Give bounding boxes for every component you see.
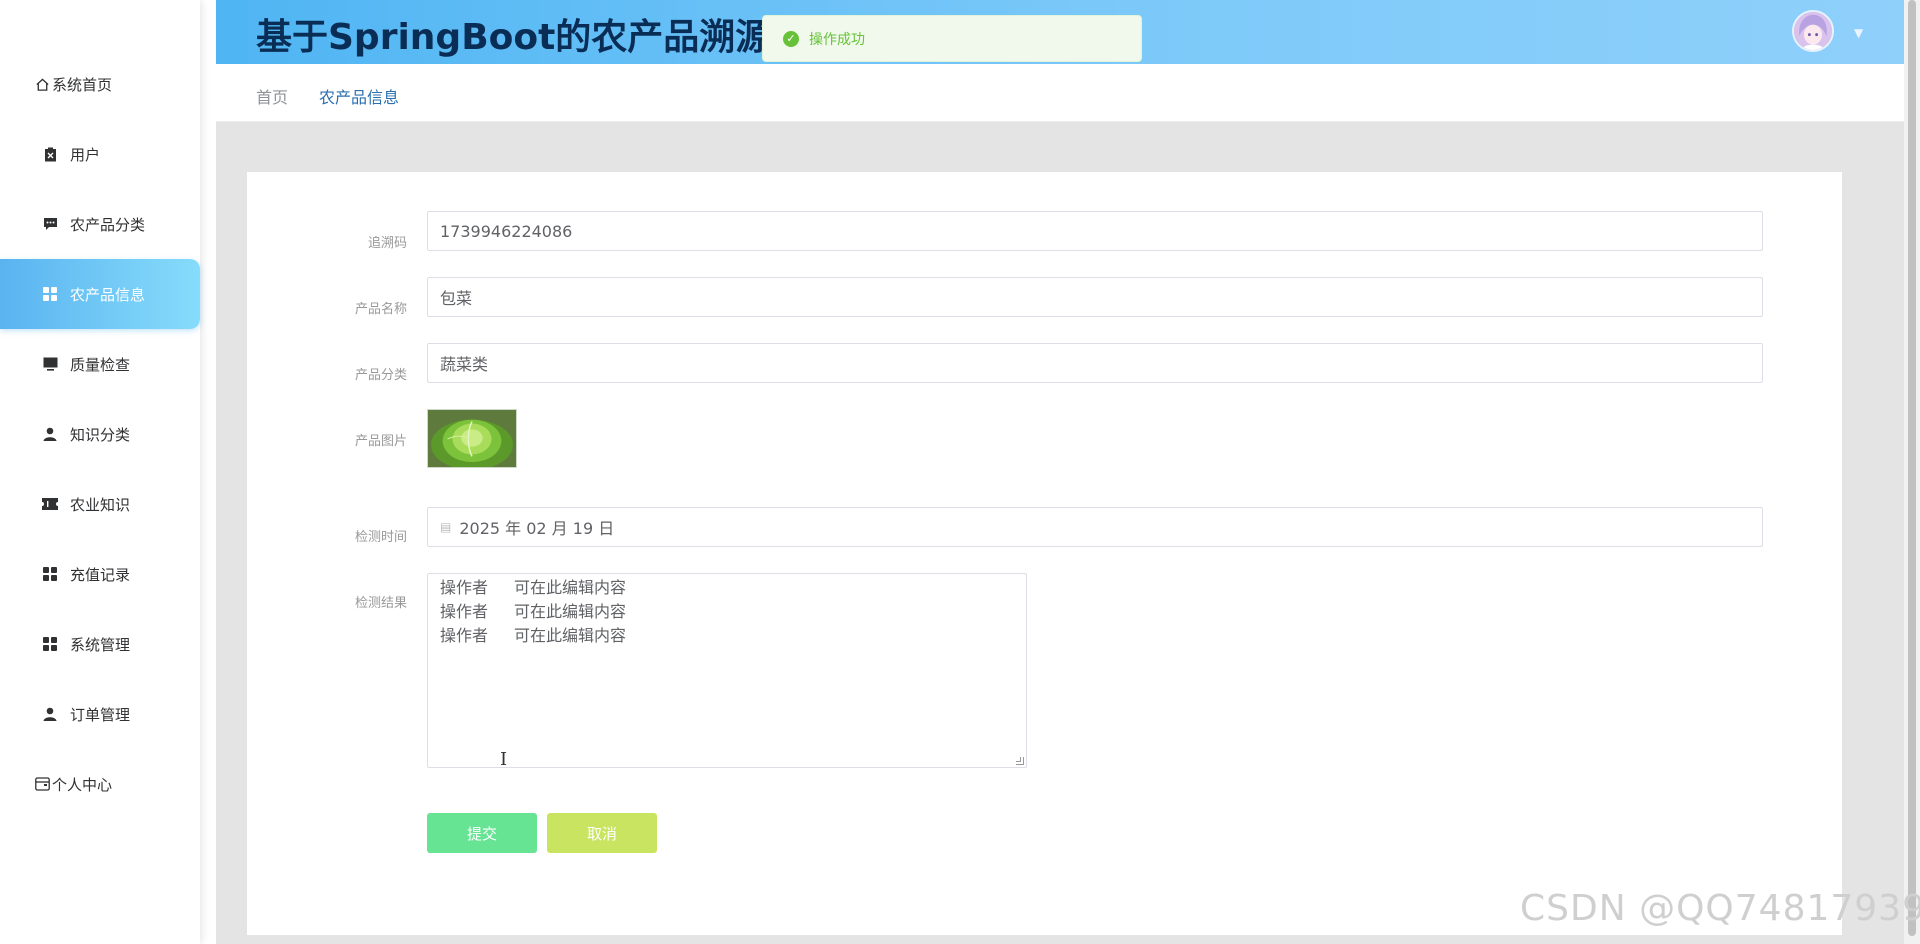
submit-button[interactable]: 提交: [427, 813, 537, 853]
result-text: 可在此编辑内容: [514, 626, 627, 645]
sidebar-item-user[interactable]: 用户: [0, 119, 200, 189]
caret-down-icon[interactable]: ▼: [1854, 26, 1863, 40]
avatar[interactable]: [1792, 10, 1834, 52]
result-line: 操作者 可在此编辑内容: [440, 600, 1014, 624]
sidebar-item-label: 订单管理: [70, 705, 131, 724]
product-name-value: 包菜: [440, 289, 473, 308]
product-image-label: 产品图片: [354, 434, 407, 449]
result-line: 操作者 可在此编辑内容: [440, 576, 1014, 600]
form-row-inspection-time: 检测时间: [247, 513, 417, 545]
grid-icon: [42, 636, 58, 652]
calendar-icon: ▤: [440, 520, 452, 534]
user-icon: [42, 706, 58, 722]
inspection-result-label: 检测结果: [354, 596, 407, 611]
sidebar-item-order-management[interactable]: 订单管理: [0, 679, 200, 749]
page-scrollbar[interactable]: [1904, 0, 1920, 944]
clipboard-icon: [42, 146, 58, 162]
wallet-icon: [34, 776, 50, 792]
breadcrumb-home[interactable]: 首页: [256, 84, 288, 108]
sidebar: 系统首页 用户 农产品分类 农产品信息 质量检查 知识分类 农业知识 充值记录 …: [0, 0, 200, 944]
sidebar-item-product-info[interactable]: 农产品信息: [0, 259, 200, 329]
product-name-input[interactable]: 包菜: [427, 277, 1763, 317]
inspection-time-picker[interactable]: ▤ 2025 年 02 月 19 日: [427, 507, 1763, 547]
home-icon: [34, 76, 50, 92]
inspection-time-label: 检测时间: [354, 530, 407, 545]
sidebar-item-label: 个人中心: [52, 775, 113, 794]
product-form-card: 追溯码 1739946224086 产品名称 包菜 产品分类 蔬菜类 产品图片: [247, 172, 1842, 935]
sidebar-item-label: 系统管理: [70, 635, 131, 654]
product-name-label: 产品名称: [354, 302, 407, 317]
sidebar-item-recharge-record[interactable]: 充值记录: [0, 539, 200, 609]
product-image[interactable]: [427, 409, 517, 468]
sidebar-item-label: 农产品信息: [70, 285, 146, 304]
cancel-button[interactable]: 取消: [547, 813, 657, 853]
toast-message: 操作成功: [809, 31, 865, 48]
sidebar-item-home[interactable]: 系统首页: [0, 49, 200, 119]
sidebar-item-label: 农产品分类: [70, 215, 146, 234]
breadcrumb: 首页 农产品信息: [216, 64, 1904, 122]
text-cursor-icon: I: [500, 749, 508, 770]
main-content: 追溯码 1739946224086 产品名称 包菜 产品分类 蔬菜类 产品图片: [216, 122, 1904, 944]
resize-handle[interactable]: [1016, 757, 1024, 765]
sidebar-item-label: 充值记录: [70, 565, 131, 584]
sidebar-item-label: 质量检查: [70, 355, 131, 374]
sidebar-item-quality-check[interactable]: 质量检查: [0, 329, 200, 399]
result-operator: 操作者: [440, 578, 489, 597]
sidebar-item-agri-knowledge[interactable]: 农业知识: [0, 469, 200, 539]
sidebar-item-product-category[interactable]: 农产品分类: [0, 189, 200, 259]
product-category-input[interactable]: 蔬菜类: [427, 343, 1763, 383]
scrollbar-thumb[interactable]: [1908, 0, 1916, 936]
sidebar-menu: 系统首页 用户 农产品分类 农产品信息 质量检查 知识分类 农业知识 充值记录 …: [0, 0, 200, 819]
chat-icon: [42, 216, 58, 232]
grid-icon: [42, 286, 58, 302]
form-row-product-name: 产品名称: [247, 285, 417, 317]
breadcrumb-current: 农产品信息: [319, 88, 400, 107]
sidebar-item-label: 系统首页: [52, 75, 113, 94]
sidebar-item-label: 用户: [70, 145, 101, 164]
product-category-value: 蔬菜类: [440, 355, 489, 374]
grid-icon: [42, 566, 58, 582]
form-row-product-image: 产品图片: [247, 417, 417, 449]
monitor-icon: [42, 356, 58, 372]
sidebar-item-personal-center[interactable]: 个人中心: [0, 749, 200, 819]
user-icon: [42, 426, 58, 442]
ticket-icon: [42, 496, 58, 512]
form-row-trace-code: 追溯码: [247, 219, 417, 251]
form-row-product-category: 产品分类: [247, 351, 417, 383]
inspection-result-editor[interactable]: 操作者 可在此编辑内容 操作者 可在此编辑内容 操作者 可在此编辑内容: [427, 573, 1027, 768]
result-text: 可在此编辑内容: [514, 578, 627, 597]
check-circle-icon: ✓: [783, 30, 799, 47]
success-toast: ✓ 操作成功: [762, 15, 1142, 62]
app-title: 基于SpringBoot的农产品溯源系统: [256, 17, 844, 58]
trace-code-input[interactable]: 1739946224086: [427, 211, 1763, 251]
sidebar-item-label: 知识分类: [70, 425, 131, 444]
watermark: CSDN @QQ748179390: [1520, 888, 1920, 929]
trace-code-value: 1739946224086: [440, 221, 573, 241]
sidebar-item-system-management[interactable]: 系统管理: [0, 609, 200, 679]
trace-code-label: 追溯码: [367, 236, 407, 251]
sidebar-item-label: 农业知识: [70, 495, 131, 514]
result-text: 可在此编辑内容: [514, 602, 627, 621]
inspection-time-value: 2025 年 02 月 19 日: [459, 519, 615, 538]
result-operator: 操作者: [440, 602, 489, 621]
form-row-inspection-result: 检测结果: [247, 579, 417, 611]
product-category-label: 产品分类: [354, 368, 407, 383]
result-operator: 操作者: [440, 626, 489, 645]
result-line: 操作者 可在此编辑内容: [440, 624, 1014, 648]
app-root: 系统首页 用户 农产品分类 农产品信息 质量检查 知识分类 农业知识 充值记录 …: [0, 0, 1920, 944]
sidebar-item-knowledge-category[interactable]: 知识分类: [0, 399, 200, 469]
